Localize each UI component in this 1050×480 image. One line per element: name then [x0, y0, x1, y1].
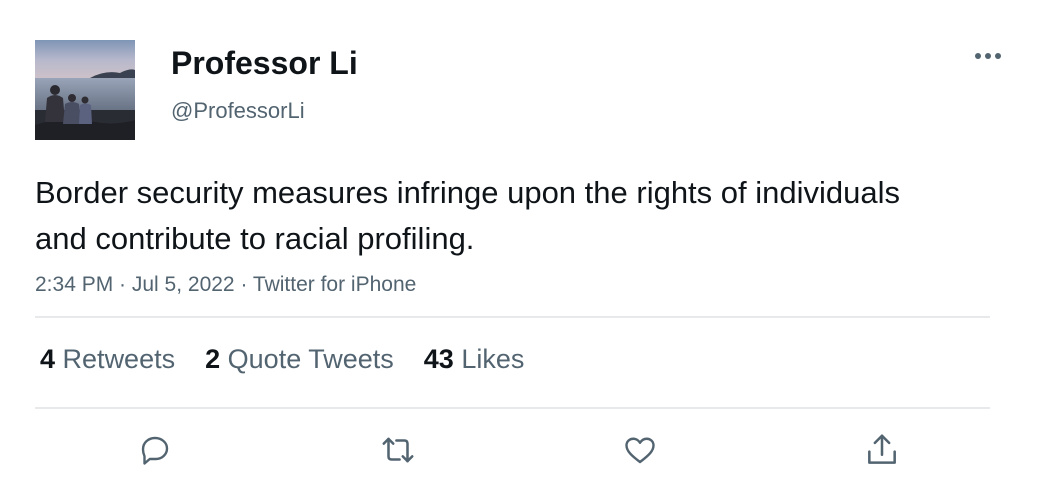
- reply-button[interactable]: [135, 430, 175, 470]
- likes-count: 43: [423, 344, 454, 374]
- divider: [35, 407, 990, 409]
- retweets-stat[interactable]: 4 Retweets: [40, 342, 175, 376]
- more-options-button[interactable]: [968, 40, 1008, 72]
- like-button[interactable]: [620, 430, 660, 470]
- engagement-stats: 4 Retweets 2 Quote Tweets 43 Likes: [40, 342, 554, 376]
- quote-tweets-stat[interactable]: 2 Quote Tweets: [205, 342, 394, 376]
- heart-icon: [625, 437, 655, 464]
- retweets-label: Retweets: [62, 344, 176, 374]
- tweet-text: Border security measures infringe upon t…: [35, 175, 901, 256]
- more-horizontal-icon: [975, 53, 1001, 59]
- share-button[interactable]: [862, 430, 902, 470]
- retweets-count: 4: [40, 344, 56, 374]
- likes-stat[interactable]: 43 Likes: [424, 342, 525, 376]
- retweet-button[interactable]: [378, 430, 418, 470]
- likes-label: Likes: [461, 344, 525, 374]
- author-handle[interactable]: @ProfessorLi: [171, 97, 305, 125]
- retweet-icon: [382, 437, 414, 463]
- quote-tweets-label: Quote Tweets: [227, 344, 394, 374]
- tweet-meta[interactable]: 2:34 PM · Jul 5, 2022 · Twitter for iPho…: [35, 272, 416, 298]
- share-icon: [868, 434, 896, 464]
- avatar-image: [35, 40, 135, 140]
- avatar[interactable]: [35, 40, 135, 140]
- divider: [35, 316, 990, 318]
- quote-tweets-count: 2: [205, 344, 221, 374]
- author-name[interactable]: Professor Li: [171, 44, 358, 82]
- reply-icon: [141, 436, 169, 465]
